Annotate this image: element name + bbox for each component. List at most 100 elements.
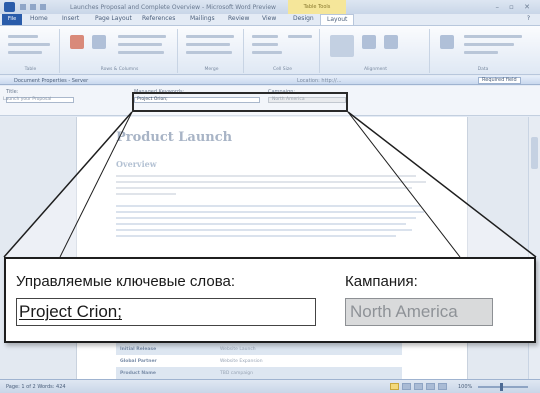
body-text-line (116, 217, 416, 219)
zoom-slider-knob[interactable] (500, 383, 503, 391)
insert-below-button[interactable] (118, 35, 166, 38)
convert-to-text-button[interactable] (464, 43, 514, 46)
table-cell: Website Launch (220, 347, 256, 352)
table-row: Product Name TBD campaign (116, 367, 402, 379)
tab-home[interactable]: Home (30, 15, 48, 22)
view-gridlines-button[interactable] (8, 43, 50, 46)
overview-heading: Overview (116, 159, 157, 169)
ribbon-group-data: Data (432, 29, 534, 73)
ribbon-group-alignment: Alignment (322, 29, 430, 73)
full-screen-icon[interactable] (402, 383, 411, 390)
tab-file[interactable]: File (2, 14, 22, 25)
redo-icon[interactable] (40, 4, 46, 10)
callout-keywords-value: Project Crion; (19, 302, 122, 321)
table-cell: Website Expansion (220, 359, 263, 364)
title-bar: Launches Proposal and Complete Overview … (0, 0, 540, 14)
align-grid-icon[interactable] (330, 35, 354, 57)
outline-icon[interactable] (426, 383, 435, 390)
office-logo-icon[interactable] (4, 2, 15, 12)
delete-icon[interactable] (70, 35, 84, 49)
body-text-line (116, 235, 396, 237)
properties-highlight-box (132, 92, 348, 112)
tab-page-layout[interactable]: Page Layout (95, 15, 132, 22)
save-icon[interactable] (20, 4, 26, 10)
zoom-slider[interactable] (478, 383, 528, 391)
title-field-value: Launch your Proposal (3, 97, 52, 102)
ribbon-group-merge: Merge (180, 29, 244, 73)
window-controls[interactable]: – ▫ ✕ (495, 3, 534, 11)
formula-button[interactable] (464, 51, 498, 54)
cell-margins-icon[interactable] (384, 35, 398, 49)
tab-review[interactable]: Review (228, 15, 249, 22)
callout-keywords-field[interactable]: Project Crion; (16, 298, 316, 326)
sort-icon[interactable] (440, 35, 454, 49)
title-field-label: Title: (6, 89, 19, 95)
ribbon-tab-strip: File Home Insert Page Layout References … (0, 14, 540, 25)
insert-right-button[interactable] (118, 51, 164, 54)
ribbon: Table Rows & Columns Merge Cell Size Ali… (0, 25, 540, 75)
print-layout-icon[interactable] (390, 383, 399, 390)
contextual-tab-label: Table Tools (288, 0, 346, 14)
view-buttons (390, 383, 447, 390)
split-table-button[interactable] (186, 51, 232, 54)
page-word-count[interactable]: Page: 1 of 2 Words: 424 (6, 384, 66, 390)
select-button[interactable] (8, 35, 38, 38)
insert-above-icon[interactable] (92, 35, 106, 49)
table-cell: TBD campaign (220, 371, 253, 376)
body-text-line (116, 211, 424, 213)
body-text-line (116, 181, 426, 183)
zoom-level[interactable]: 100% (458, 384, 472, 390)
table-cell: Global Partner (120, 359, 157, 364)
ribbon-group-label: Merge (204, 67, 219, 72)
callout-campaign-label: Кампания: (345, 273, 418, 290)
row-height-field[interactable] (252, 35, 278, 38)
required-field-button[interactable]: Required field (478, 77, 521, 84)
merge-cells-button[interactable] (186, 35, 234, 38)
properties-button[interactable] (8, 51, 42, 54)
column-width-field[interactable] (252, 43, 278, 46)
body-text-line (116, 175, 416, 177)
tab-layout[interactable]: Layout (320, 14, 355, 25)
help-icon[interactable]: ? (527, 15, 530, 22)
callout-campaign-field: North America (345, 298, 493, 326)
info-panel-label[interactable]: Document Properties - Server (14, 78, 88, 84)
tab-mailings[interactable]: Mailings (190, 15, 215, 22)
body-text-line (116, 187, 412, 189)
tab-insert[interactable]: Insert (62, 15, 79, 22)
callout-keywords-label: Управляемые ключевые слова: (16, 273, 236, 290)
undo-icon[interactable] (30, 4, 36, 10)
table-cell: Initial Release (120, 347, 157, 352)
ribbon-group-rows-columns: Rows & Columns (62, 29, 178, 73)
ribbon-group-label: Table (24, 67, 37, 72)
ribbon-group-label: Cell Size (272, 67, 293, 72)
quick-access-toolbar (20, 4, 46, 10)
tab-references[interactable]: References (142, 15, 175, 22)
zoom-callout: Управляемые ключевые слова: Project Crio… (4, 257, 536, 343)
document-title: Product Launch (116, 130, 233, 145)
draft-icon[interactable] (438, 383, 447, 390)
body-text-line (116, 223, 406, 225)
ribbon-group-cell-size: Cell Size (246, 29, 320, 73)
scrollbar-thumb[interactable] (531, 137, 538, 169)
tab-design[interactable]: Design (293, 15, 314, 22)
window-title: Launches Proposal and Complete Overview … (70, 4, 276, 11)
repeat-header-rows-button[interactable] (464, 35, 522, 38)
ribbon-group-table: Table (2, 29, 60, 73)
table-cell: Product Name (120, 371, 156, 376)
body-text-line (116, 229, 412, 231)
web-layout-icon[interactable] (414, 383, 423, 390)
status-bar: Page: 1 of 2 Words: 424 100% (0, 379, 540, 393)
location-text: Location: http://... (297, 78, 342, 84)
distribute-rows-button[interactable] (288, 35, 312, 38)
tab-view[interactable]: View (262, 15, 276, 22)
document-info-panel-header: Document Properties - Server Location: h… (0, 76, 540, 85)
table-row: Initial Release Website Launch (116, 343, 402, 355)
split-cells-button[interactable] (186, 43, 230, 46)
insert-left-button[interactable] (118, 43, 162, 46)
ribbon-group-label: Alignment (363, 67, 388, 72)
text-direction-icon[interactable] (362, 35, 376, 49)
table-row: Global Partner Website Expansion (116, 355, 402, 367)
autofit-button[interactable] (252, 51, 282, 54)
ribbon-group-label: Rows & Columns (100, 67, 139, 72)
body-text-line (116, 205, 420, 207)
